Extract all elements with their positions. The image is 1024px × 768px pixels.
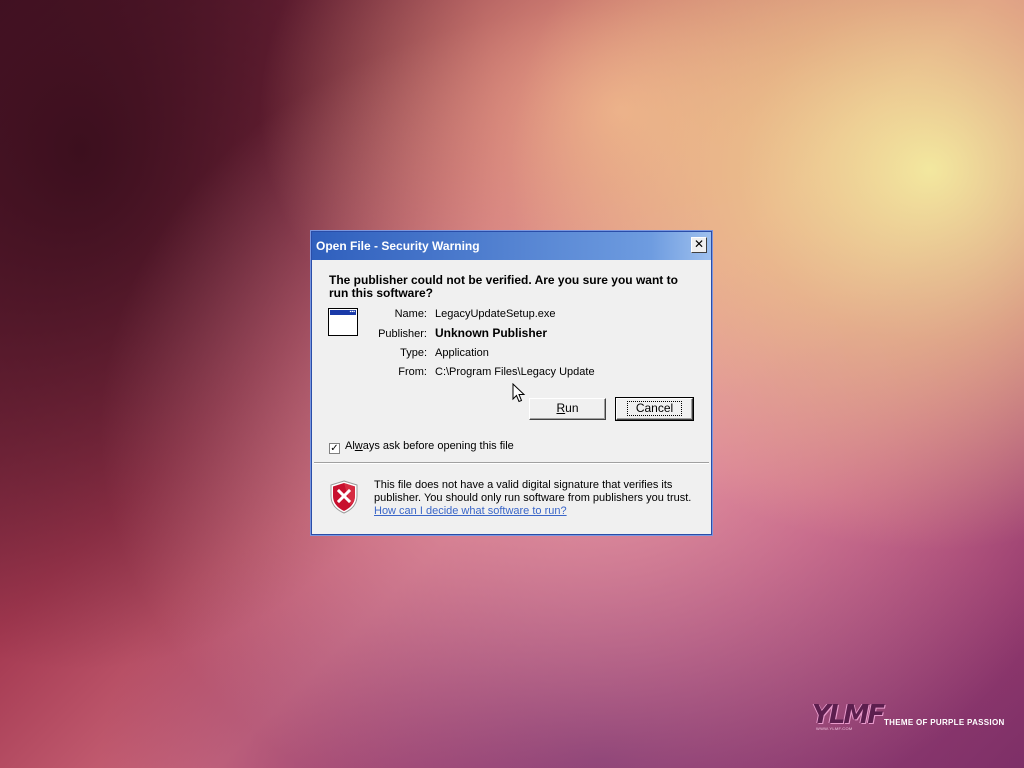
dialog-title-bar[interactable]: Open File - Security Warning ✕ [312, 232, 711, 260]
close-icon: ✕ [693, 237, 705, 251]
help-link[interactable]: How can I decide what software to run? [374, 505, 694, 518]
warning-message: This file does not have a valid digital … [374, 479, 694, 518]
type-value: Application [435, 347, 489, 359]
warning-heading: The publisher could not be verified. Are… [329, 273, 678, 300]
brand-site: WWW.YLMF.COM [816, 726, 853, 731]
cancel-button[interactable]: Cancel [615, 397, 694, 421]
always-ask-label-post: ays ask before opening this file [362, 440, 514, 452]
close-button[interactable]: ✕ [691, 237, 707, 253]
check-mark-icon: ✓ [330, 443, 339, 454]
cancel-label: Cancel [626, 401, 683, 416]
run-button[interactable]: Run [529, 398, 606, 420]
file-name-row: Name: LegacyUpdateSetup.exe [341, 307, 556, 321]
publisher-label: Publisher: [378, 328, 427, 340]
divider [314, 462, 709, 464]
always-ask-row[interactable]: ✓ Always ask before opening this file [329, 439, 514, 454]
from-label: From: [398, 366, 427, 378]
brand-watermark: YLMF THEME OF PURPLE PASSION WWW.YLMF.CO… [810, 700, 1010, 740]
type-row: Type: Application [341, 346, 489, 360]
always-ask-checkbox[interactable]: ✓ [329, 443, 340, 454]
security-shield-error-icon [330, 480, 358, 514]
publisher-value: Unknown Publisher [435, 326, 548, 340]
always-ask-label-pre: Al [345, 440, 355, 452]
warning-text: This file does not have a valid digital … [374, 479, 692, 504]
name-label: Name: [394, 308, 427, 320]
publisher-row: Publisher: Unknown Publisher [341, 326, 547, 340]
run-label-rest: un [565, 401, 579, 415]
name-value: LegacyUpdateSetup.exe [435, 308, 556, 320]
mouse-pointer-icon [512, 383, 526, 403]
brand-tagline: THEME OF PURPLE PASSION [884, 718, 1005, 727]
from-row: From: C:\Program Files\Legacy Update [341, 365, 595, 379]
type-label: Type: [400, 347, 427, 359]
dialog-title: Open File - Security Warning [316, 239, 480, 253]
run-accesskey: R [556, 401, 566, 415]
always-ask-accesskey: w [354, 440, 363, 452]
from-value: C:\Program Files\Legacy Update [435, 366, 595, 378]
